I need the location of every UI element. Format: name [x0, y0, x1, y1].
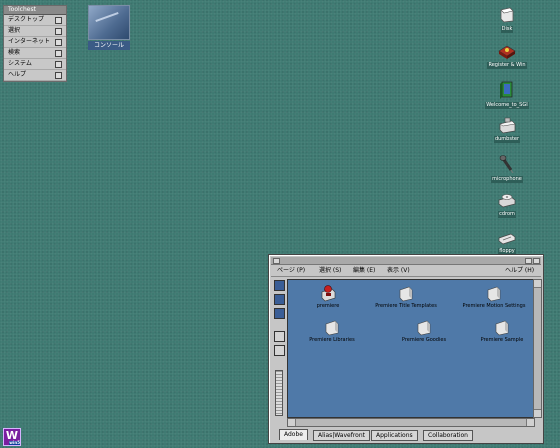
- desktop-icon-floppy[interactable]: floppy: [485, 230, 529, 255]
- view-mode-button[interactable]: [273, 294, 285, 305]
- tab-collaboration[interactable]: Collaboration: [423, 430, 473, 441]
- scroll-right-icon[interactable]: [526, 419, 534, 426]
- folder-item[interactable]: Premiere Sample: [472, 318, 532, 344]
- toolchest-menu: Toolchest デスクトップ 選択 インターネット 検索 システム ヘルプ: [3, 5, 67, 82]
- desktop-icon-welcome[interactable]: Welcome_to_SGI: [485, 80, 529, 109]
- menu-page[interactable]: ページ (P): [277, 266, 305, 276]
- menu-help[interactable]: ヘルプ (H): [505, 266, 534, 276]
- folder-icon: [495, 320, 509, 336]
- submenu-icon: [55, 39, 62, 46]
- file-view: premiere Premiere Title Templates Premie…: [287, 279, 535, 418]
- disk-icon: [500, 7, 514, 23]
- toolchest-item-help[interactable]: ヘルプ: [4, 70, 66, 81]
- toolchest-item-label: デスクトップ: [8, 16, 45, 23]
- desktop-icon-label: microphone: [491, 176, 523, 183]
- toolchest-item-label: インターネット: [8, 38, 51, 45]
- file-item[interactable]: premiere: [288, 284, 368, 310]
- toolchest-item-label: ヘルプ: [8, 71, 27, 78]
- folder-label: Premiere Sample: [480, 337, 524, 343]
- submenu-icon: [55, 61, 62, 68]
- minimize-button[interactable]: [525, 258, 532, 264]
- horizontal-scrollbar[interactable]: [287, 418, 535, 427]
- submenu-icon: [55, 17, 62, 24]
- cdrom-icon: [498, 194, 516, 208]
- folder-label: Premiere Libraries: [309, 337, 355, 343]
- menu-edit[interactable]: 編集 (E): [353, 266, 375, 276]
- window-titlebar[interactable]: [271, 257, 541, 265]
- submenu-icon: [55, 72, 62, 79]
- toolchest-title: Toolchest: [4, 6, 66, 15]
- toolchest-item-label: 選択: [8, 27, 21, 34]
- dumpster-icon: [499, 117, 516, 134]
- register-icon: [498, 45, 516, 59]
- logo-subtext: win5: [9, 440, 20, 445]
- folder-item[interactable]: Premiere Libraries: [292, 318, 372, 344]
- back-button[interactable]: [273, 345, 285, 356]
- desktop-icon-label: Welcome_to_SGI: [485, 102, 529, 109]
- folder-label: Premiere Goodies: [401, 337, 447, 343]
- minimized-label: コンソール: [88, 41, 130, 50]
- folder-item[interactable]: Premiere Title Templates: [366, 284, 446, 310]
- window-menubar: ページ (P) 選択 (S) 編集 (E) 表示 (V) ヘルプ (H): [271, 266, 541, 277]
- folder-item[interactable]: Premiere Motion Settings: [454, 284, 534, 310]
- toolchest-item-desktop[interactable]: デスクトップ: [4, 15, 66, 26]
- home-button[interactable]: [273, 331, 285, 342]
- menu-select[interactable]: 選択 (S): [319, 266, 341, 276]
- desktop-icon-dumpster[interactable]: dumbster: [485, 116, 529, 143]
- folder-icon: [325, 320, 339, 336]
- sgi-logo[interactable]: W win5: [3, 428, 21, 446]
- desktop-icon-register[interactable]: Register & Win: [485, 42, 529, 69]
- submenu-icon: [55, 50, 62, 57]
- desktop-icon-disk[interactable]: Disk: [485, 6, 529, 33]
- toolchest-item-label: 検索: [8, 49, 21, 56]
- file-label: premiere: [316, 303, 340, 309]
- toolchest-item-internet[interactable]: インターネット: [4, 37, 66, 48]
- toolchest-item-select[interactable]: 選択: [4, 26, 66, 37]
- folder-icon: [399, 286, 413, 302]
- premiere-app-icon: [321, 285, 336, 302]
- toolchest-item-search[interactable]: 検索: [4, 48, 66, 59]
- toolchest-item-label: システム: [8, 60, 32, 67]
- minimized-console-window[interactable]: コンソール: [88, 5, 130, 50]
- console-thumbnail-icon: [88, 5, 130, 40]
- desktop-icon-label: cdrom: [498, 211, 516, 218]
- desktop-icon-cdrom[interactable]: cdrom: [485, 191, 529, 218]
- folder-icon: [417, 320, 431, 336]
- submenu-icon: [55, 28, 62, 35]
- scroll-left-icon[interactable]: [288, 419, 296, 426]
- floppy-icon: [498, 233, 516, 245]
- page-tabs: Adobe Alias|Wavefront Applications Colla…: [271, 429, 541, 441]
- desktop-icon-label: dumbster: [493, 136, 521, 143]
- desktop-icon-label: Disk: [500, 26, 514, 33]
- toolchest-item-system[interactable]: システム: [4, 59, 66, 70]
- window-sidebar: [273, 279, 285, 419]
- folder-label: Premiere Title Templates: [375, 303, 437, 309]
- scroll-down-icon[interactable]: [534, 409, 541, 417]
- welcome-book-icon: [500, 81, 513, 99]
- window-menu-button[interactable]: [273, 258, 280, 264]
- tab-applications[interactable]: Applications: [371, 430, 418, 441]
- microphone-icon: [499, 155, 514, 174]
- folder-icon: [487, 286, 501, 302]
- desktop-icon-microphone[interactable]: microphone: [485, 154, 529, 183]
- zoom-slider[interactable]: [275, 370, 283, 416]
- desktop-icon-label: Register & Win: [487, 62, 527, 69]
- view-mode-button[interactable]: [273, 280, 285, 291]
- maximize-button[interactable]: [533, 258, 540, 264]
- vertical-scrollbar[interactable]: [533, 279, 542, 418]
- scroll-up-icon[interactable]: [534, 280, 541, 288]
- view-mode-button[interactable]: [273, 308, 285, 319]
- folder-label: Premiere Motion Settings: [462, 303, 526, 309]
- folder-item[interactable]: Premiere Goodies: [384, 318, 464, 344]
- file-manager-window: ページ (P) 選択 (S) 編集 (E) 表示 (V) ヘルプ (H) pre…: [268, 254, 544, 444]
- tab-adobe[interactable]: Adobe: [279, 429, 308, 440]
- menu-view[interactable]: 表示 (V): [387, 266, 410, 276]
- tab-alias-wavefront[interactable]: Alias|Wavefront: [313, 430, 371, 441]
